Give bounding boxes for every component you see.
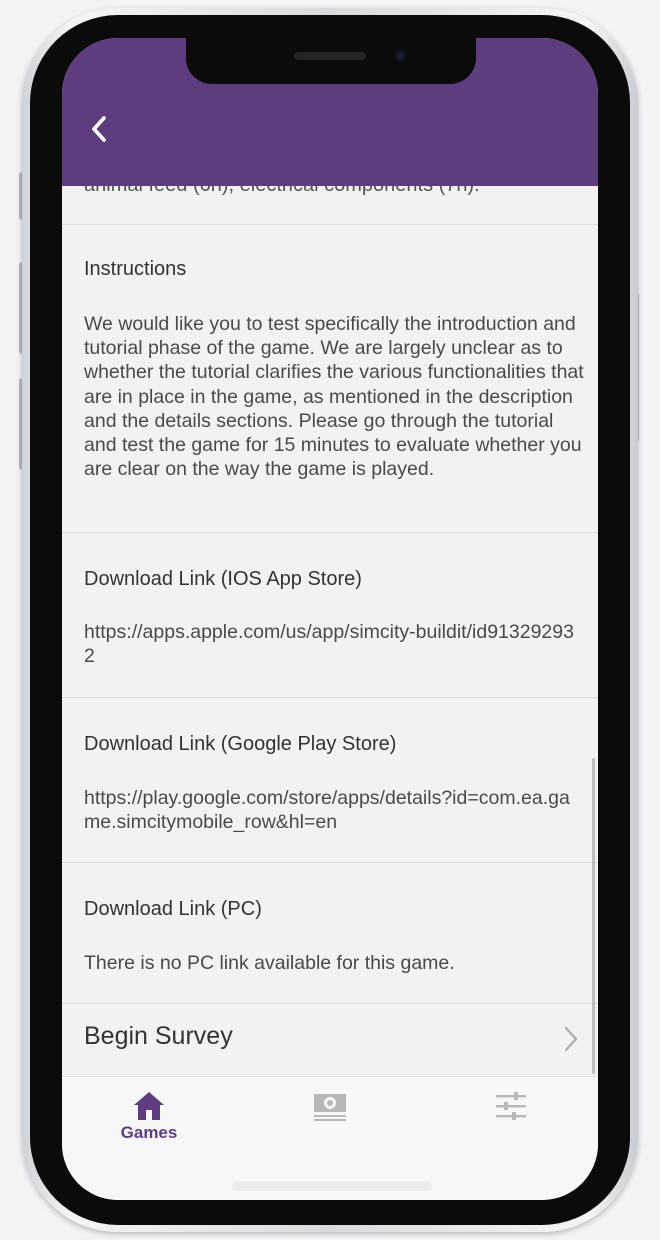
previous-section-text: animal feed (6h), electrical components …: [84, 186, 480, 197]
divider: [62, 697, 598, 698]
tab-settings[interactable]: [456, 1091, 566, 1151]
sliders-icon: [496, 1092, 526, 1120]
divider: [62, 224, 598, 225]
divider: [62, 862, 598, 863]
bottom-tab-bar: Games: [62, 1076, 598, 1200]
pc-link-title: Download Link (PC): [84, 898, 262, 920]
speaker-grille: [294, 52, 366, 60]
front-camera: [394, 49, 407, 62]
tab-games[interactable]: Games: [94, 1091, 204, 1151]
ios-link-url[interactable]: https://apps.apple.com/us/app/simcity-bu…: [84, 620, 584, 668]
chevron-left-icon: [92, 116, 106, 142]
back-button[interactable]: [82, 112, 116, 146]
home-icon: [134, 1092, 164, 1120]
pc-link-text: There is no PC link available for this g…: [84, 952, 455, 974]
begin-survey-label: Begin Survey: [84, 1022, 233, 1050]
game-details-content: animal feed (6h), electrical components …: [62, 186, 598, 1076]
phone-screen: animal feed (6h), electrical components …: [62, 38, 598, 1200]
ios-link-title: Download Link (IOS App Store): [84, 568, 362, 590]
instructions-title: Instructions: [84, 258, 187, 280]
tab-games-label: Games: [120, 1123, 178, 1142]
google-link-url[interactable]: https://play.google.com/store/apps/detai…: [84, 786, 584, 834]
home-indicator: [232, 1181, 432, 1191]
money-icon: [314, 1094, 346, 1121]
device-stage: animal feed (6h), electrical components …: [0, 0, 660, 1240]
divider: [62, 532, 598, 533]
instructions-body: We would like you to test specifically t…: [84, 313, 584, 481]
chevron-right-icon: [564, 1026, 578, 1052]
device-notch: [186, 38, 476, 84]
tab-rewards[interactable]: [275, 1091, 385, 1151]
begin-survey-button[interactable]: Begin Survey: [62, 1004, 598, 1076]
google-link-title: Download Link (Google Play Store): [84, 733, 397, 755]
scrollbar[interactable]: [592, 758, 595, 1074]
